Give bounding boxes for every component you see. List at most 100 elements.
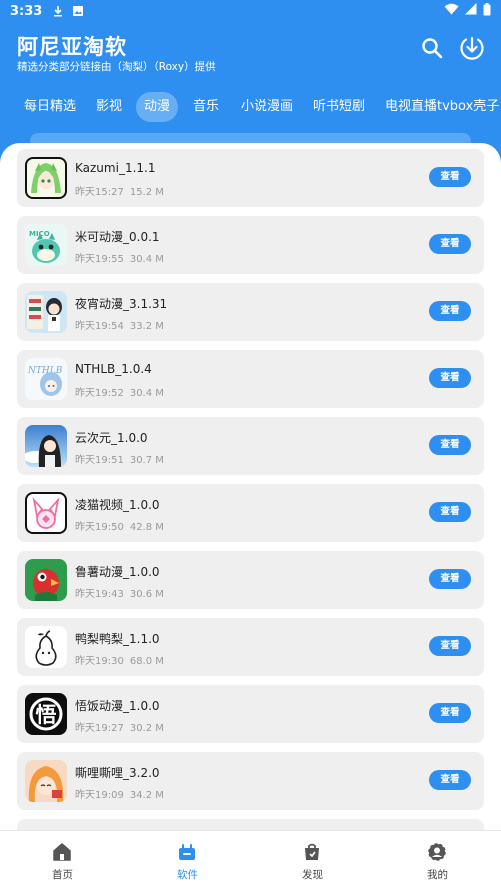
app-meta: 昨天19:54 33.2 M — [75, 317, 164, 332]
list-item[interactable]: 鲁薯动漫_1.0.0 昨天19:43 30.6 M 查看 — [17, 551, 484, 609]
tab-audiobooks-shortdrama[interactable]: 听书短剧 — [305, 92, 373, 122]
app-time: 昨天19:30 — [75, 656, 124, 667]
view-button[interactable]: 查看 — [429, 636, 471, 656]
app-subtitle: 精选分类部分链接由（淘梨）（Roxy）提供 — [17, 61, 216, 73]
app-meta: 昨天19:50 42.8 M — [75, 518, 164, 533]
search-button[interactable] — [418, 36, 446, 64]
mico-anime-icon: MICO — [25, 224, 67, 266]
app-size: 30.7 M — [129, 455, 164, 466]
app-time: 昨天19:27 — [75, 723, 124, 734]
app-meta: 昨天19:55 30.4 M — [75, 250, 164, 265]
list-item[interactable] — [17, 819, 484, 830]
signal-icon — [465, 3, 477, 19]
view-button[interactable]: 查看 — [429, 502, 471, 522]
nav-profile[interactable]: 我的 — [375, 831, 500, 890]
list-item[interactable]: 凌猫视频_1.0.0 昨天19:50 42.8 M 查看 — [17, 484, 484, 542]
wifi-icon — [444, 3, 459, 19]
list-item[interactable]: NTHLB NTHLB_1.0.4 昨天19:52 30.4 M 查看 — [17, 350, 484, 408]
list-item[interactable]: MICO 米可动漫_0.0.1 昨天19:55 30.4 M 查看 — [17, 216, 484, 274]
profile-icon — [427, 842, 447, 862]
app-size: 30.2 M — [129, 723, 164, 734]
app-name: 夜宵动漫_3.1.31 — [75, 297, 168, 311]
app-time: 昨天19:50 — [75, 522, 124, 533]
tab-anime[interactable]: 动漫 — [136, 92, 179, 122]
app-size: 15.2 M — [129, 187, 164, 198]
tab-novels-comics[interactable]: 小说漫画 — [233, 92, 301, 122]
nav-home[interactable]: 首页 — [0, 831, 125, 890]
view-button[interactable]: 查看 — [429, 435, 471, 455]
nthlb-icon: NTHLB — [25, 358, 67, 400]
list-item[interactable]: 云次元_1.0.0 昨天19:51 30.7 M 查看 — [17, 417, 484, 475]
kazumi-icon — [25, 157, 67, 199]
download-button[interactable] — [458, 36, 486, 64]
tab-movies[interactable]: 影视 — [88, 92, 130, 122]
app-time: 昨天19:55 — [75, 254, 124, 265]
yexiao-anime-icon — [25, 291, 67, 333]
category-tabs: 每日精选 影视 动漫 音乐 小说漫画 听书短剧 电视直播tvbox壳子 — [0, 92, 501, 122]
app-size: 30.4 M — [129, 254, 164, 265]
discover-bag-icon — [302, 842, 322, 862]
app-title: 阿尼亚淘软 — [17, 35, 127, 59]
nav-label: 软件 — [177, 869, 198, 881]
view-button[interactable]: 查看 — [429, 234, 471, 254]
app-time: 昨天19:52 — [75, 388, 124, 399]
app-meta: 昨天19:52 30.4 M — [75, 384, 164, 399]
app-list: Kazumi_1.1.1 昨天15:27 15.2 M 查看 MICO 米可动漫_… — [0, 143, 501, 830]
app-time: 昨天19:51 — [75, 455, 124, 466]
svg-text:悟: 悟 — [36, 703, 57, 727]
nav-software[interactable]: 软件 — [125, 831, 250, 890]
app-size: 33.2 M — [129, 321, 164, 332]
bottom-navigation: 首页 软件 发现 我的 — [0, 830, 501, 890]
search-icon — [421, 37, 443, 63]
status-bar: 3:33 — [0, 0, 501, 22]
software-icon — [177, 842, 197, 862]
app-meta: 昨天15:27 15.2 M — [75, 183, 164, 198]
app-name: 米可动漫_0.0.1 — [75, 230, 160, 244]
view-button[interactable]: 查看 — [429, 703, 471, 723]
app-name: Kazumi_1.1.1 — [75, 161, 156, 175]
list-item[interactable]: 鸭梨鸭梨_1.1.0 昨天19:30 68.0 M 查看 — [17, 618, 484, 676]
yali-yali-icon — [25, 626, 67, 668]
view-button[interactable]: 查看 — [429, 569, 471, 589]
list-item[interactable]: 夜宵动漫_3.1.31 昨天19:54 33.2 M 查看 — [17, 283, 484, 341]
app-time: 昨天15:27 — [75, 187, 124, 198]
app-name: 云次元_1.0.0 — [75, 431, 148, 445]
app-size: 42.8 M — [129, 522, 164, 533]
app-name: 鸭梨鸭梨_1.1.0 — [75, 632, 160, 646]
nav-label: 我的 — [427, 869, 448, 881]
view-button[interactable]: 查看 — [429, 368, 471, 388]
nav-label: 首页 — [52, 869, 73, 881]
app-size: 30.6 M — [129, 589, 164, 600]
lushu-anime-icon — [25, 559, 67, 601]
app-name: 鲁薯动漫_1.0.0 — [75, 565, 160, 579]
battery-icon — [483, 2, 491, 20]
nav-label: 发现 — [302, 869, 323, 881]
app-size: 34.2 M — [129, 790, 164, 801]
app-size: 30.4 M — [129, 388, 164, 399]
tab-tv-live-tvbox[interactable]: 电视直播tvbox壳子 — [377, 92, 501, 122]
svg-text:MICO: MICO — [29, 230, 50, 238]
download-status-icon — [52, 5, 64, 17]
download-circle-icon — [459, 35, 485, 65]
list-item[interactable]: 嘶哩嘶哩_3.2.0 昨天19:09 34.2 M 查看 — [17, 752, 484, 810]
app-meta: 昨天19:43 30.6 M — [75, 585, 164, 600]
view-button[interactable]: 查看 — [429, 301, 471, 321]
app-meta: 昨天19:51 30.7 M — [75, 451, 164, 466]
view-button[interactable]: 查看 — [429, 770, 471, 790]
app-name: 凌猫视频_1.0.0 — [75, 498, 160, 512]
app-name: NTHLB_1.0.4 — [75, 362, 152, 376]
tab-music[interactable]: 音乐 — [185, 92, 227, 122]
image-status-icon — [72, 5, 84, 17]
app-meta: 昨天19:30 68.0 M — [75, 652, 164, 667]
list-item[interactable]: Kazumi_1.1.1 昨天15:27 15.2 M 查看 — [17, 149, 484, 207]
tab-daily-picks[interactable]: 每日精选 — [16, 92, 84, 122]
app-size: 68.0 M — [129, 656, 164, 667]
view-button[interactable]: 查看 — [429, 167, 471, 187]
list-item[interactable]: 悟 悟饭动漫_1.0.0 昨天19:27 30.2 M 查看 — [17, 685, 484, 743]
lingmao-video-icon — [25, 492, 67, 534]
app-time: 昨天19:54 — [75, 321, 124, 332]
app-meta: 昨天19:27 30.2 M — [75, 719, 164, 734]
app-meta: 昨天19:09 34.2 M — [75, 786, 164, 801]
nav-discover[interactable]: 发现 — [250, 831, 375, 890]
status-time: 3:33 — [10, 3, 43, 19]
